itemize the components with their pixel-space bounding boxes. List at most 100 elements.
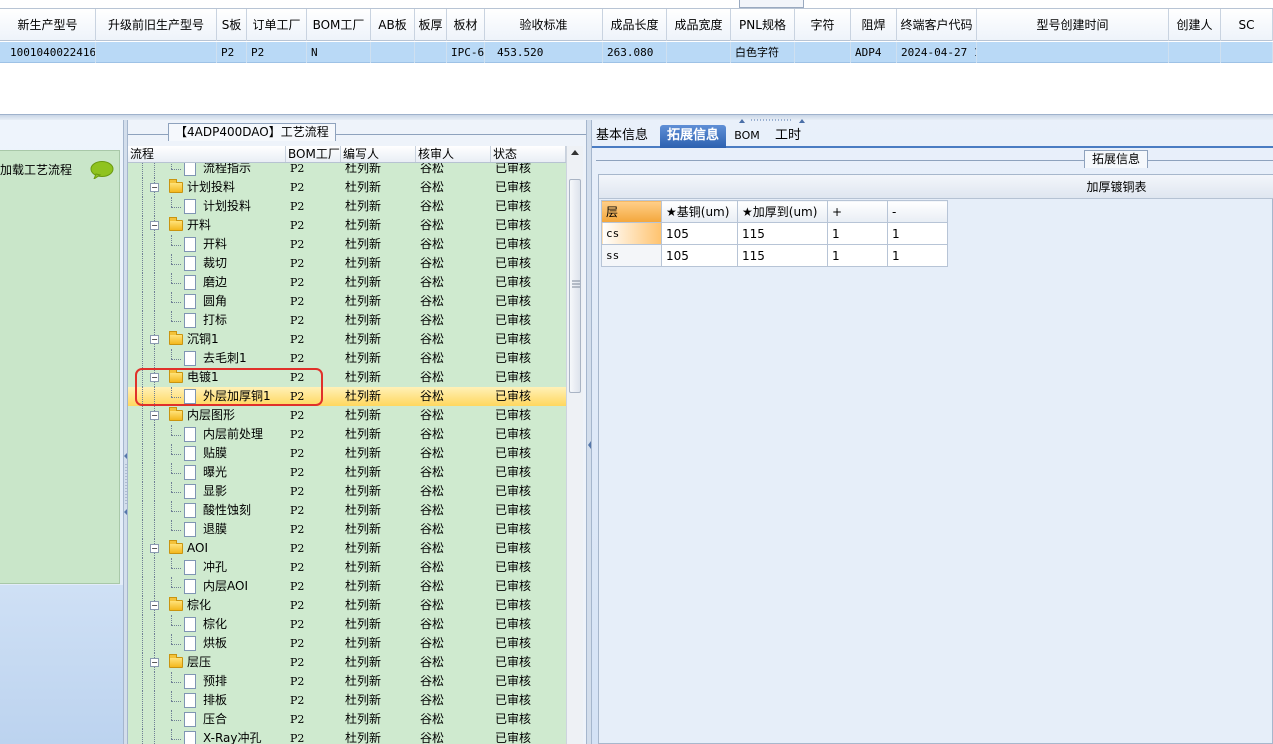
- grid-col-header[interactable]: 板材: [447, 9, 485, 41]
- tree-node-label[interactable]: 酸性蚀刻: [203, 501, 251, 520]
- model-grid-row-selected[interactable]: 10010400224165P2P2NIPC-6012 II级453.52026…: [0, 42, 1273, 63]
- tree-row[interactable]: 流程指示 P2 杜列新 谷松 已审核: [128, 163, 566, 178]
- tree-row-selected[interactable]: 外层加厚铜1 P2 杜列新 谷松 已审核: [128, 387, 566, 406]
- tree-row[interactable]: 烘板 P2 杜列新 谷松 已审核: [128, 634, 566, 653]
- grid-cell[interactable]: [371, 42, 415, 63]
- tree-row[interactable]: − 沉铜1 P2 杜列新 谷松 已审核: [128, 330, 566, 349]
- value-cell[interactable]: 1: [827, 222, 888, 245]
- tree-node-label[interactable]: 曝光: [203, 463, 227, 482]
- grid-col-header[interactable]: BOM工厂: [307, 9, 371, 41]
- grid-col-header[interactable]: 字符: [795, 9, 851, 41]
- tree-node-label[interactable]: 显影: [203, 482, 227, 501]
- value-cell[interactable]: 115: [737, 222, 828, 245]
- tree-node-label[interactable]: AOI: [187, 539, 208, 558]
- load-process-label[interactable]: 加载工艺流程: [0, 161, 72, 178]
- grid-col-header[interactable]: 成品长度: [603, 9, 667, 41]
- tree-row[interactable]: − 计划投料 P2 杜列新 谷松 已审核: [128, 178, 566, 197]
- grid-col-header[interactable]: 终端客户代码: [897, 9, 977, 41]
- scroll-up-icon[interactable]: [570, 148, 580, 156]
- tree-row[interactable]: 去毛刺1 P2 杜列新 谷松 已审核: [128, 349, 566, 368]
- tree-node-label[interactable]: 计划投料: [187, 178, 235, 197]
- collapse-toggle-icon[interactable]: −: [150, 221, 159, 230]
- tree-node-label[interactable]: 压合: [203, 710, 227, 729]
- tree-row[interactable]: − 电镀1 P2 杜列新 谷松 已审核: [128, 368, 566, 387]
- grid-col-header[interactable]: 升级前旧生产型号: [96, 9, 217, 41]
- tree-node-label[interactable]: 打标: [203, 311, 227, 330]
- th-plus[interactable]: +: [827, 200, 888, 223]
- collapse-toggle-icon[interactable]: −: [150, 544, 159, 553]
- tree-row[interactable]: 棕化 P2 杜列新 谷松 已审核: [128, 615, 566, 634]
- col-header-process[interactable]: 流程: [128, 146, 286, 162]
- tree-node-label[interactable]: 排板: [203, 691, 227, 710]
- tree-node-label[interactable]: 内层AOI: [203, 577, 248, 596]
- tree-node-label[interactable]: 预排: [203, 672, 227, 691]
- grid-cell[interactable]: 263.080: [603, 42, 667, 63]
- tree-row[interactable]: 曝光 P2 杜列新 谷松 已审核: [128, 463, 566, 482]
- tree-row[interactable]: 显影 P2 杜列新 谷松 已审核: [128, 482, 566, 501]
- tree-node-label[interactable]: 内层前处理: [203, 425, 263, 444]
- tree-row[interactable]: 冲孔 P2 杜列新 谷松 已审核: [128, 558, 566, 577]
- collapse-toggle-icon[interactable]: −: [150, 411, 159, 420]
- grid-col-header[interactable]: 阻焊: [851, 9, 897, 41]
- th-layer[interactable]: 层: [601, 200, 662, 223]
- tree-node-label[interactable]: 退膜: [203, 520, 227, 539]
- tree-node-label[interactable]: 计划投料: [203, 197, 251, 216]
- tree-node-label[interactable]: 流程指示: [203, 163, 251, 178]
- col-header-bom-factory[interactable]: BOM工厂: [286, 146, 341, 162]
- tab-bom[interactable]: BOM: [732, 125, 762, 148]
- tree-node-label[interactable]: 开料: [203, 235, 227, 254]
- thick-copper-row[interactable]: cs 105 115 1 1: [601, 222, 948, 245]
- tree-node-label[interactable]: 去毛刺1: [203, 349, 247, 368]
- grid-cell[interactable]: 2024-04-27 17:46:58: [897, 42, 977, 63]
- value-cell[interactable]: 1: [887, 244, 948, 267]
- value-cell[interactable]: 105: [661, 222, 738, 245]
- grid-cell[interactable]: ADP4: [851, 42, 897, 63]
- value-cell[interactable]: 1: [827, 244, 888, 267]
- tree-row[interactable]: 退膜 P2 杜列新 谷松 已审核: [128, 520, 566, 539]
- tree-node-label[interactable]: 沉铜1: [187, 330, 219, 349]
- value-cell[interactable]: 1: [887, 222, 948, 245]
- grid-cell[interactable]: 白色字符: [731, 42, 795, 63]
- tree-row[interactable]: 打标 P2 杜列新 谷松 已审核: [128, 311, 566, 330]
- col-header-checker[interactable]: 核审人: [416, 146, 491, 162]
- scrollbar-thumb[interactable]: [569, 179, 581, 393]
- th-minus[interactable]: -: [887, 200, 948, 223]
- tree-node-label[interactable]: 电镀1: [187, 368, 219, 387]
- grid-cell[interactable]: [795, 42, 851, 63]
- tree-row[interactable]: − 开料 P2 杜列新 谷松 已审核: [128, 216, 566, 235]
- tab-work-hours[interactable]: 工时: [770, 125, 806, 148]
- tree-row[interactable]: 内层前处理 P2 杜列新 谷松 已审核: [128, 425, 566, 444]
- grid-cell[interactable]: [96, 42, 217, 63]
- tree-node-label[interactable]: 圆角: [203, 292, 227, 311]
- collapse-toggle-icon[interactable]: −: [150, 335, 159, 344]
- th-thicken-to[interactable]: ★加厚到(um): [737, 200, 828, 223]
- grid-cell[interactable]: IPC-6012 II级: [447, 42, 485, 63]
- collapse-toggle-icon[interactable]: −: [150, 373, 159, 382]
- tree-row[interactable]: 计划投料 P2 杜列新 谷松 已审核: [128, 197, 566, 216]
- grid-cell[interactable]: P2: [247, 42, 307, 63]
- grid-col-header[interactable]: 板厚: [415, 9, 447, 41]
- tree-node-label[interactable]: 冲孔: [203, 558, 227, 577]
- grid-col-header[interactable]: 创建人: [1169, 9, 1221, 41]
- grid-cell[interactable]: 453.520: [485, 42, 603, 63]
- grid-col-header[interactable]: 新生产型号: [0, 9, 96, 41]
- grid-col-header[interactable]: 成品宽度: [667, 9, 731, 41]
- tree-node-label[interactable]: 磨边: [203, 273, 227, 292]
- tree-node-label[interactable]: 贴膜: [203, 444, 227, 463]
- th-base-copper[interactable]: ★基铜(um): [661, 200, 738, 223]
- grid-col-header[interactable]: 订单工厂: [247, 9, 307, 41]
- thick-copper-row[interactable]: ss 105 115 1 1: [601, 244, 948, 267]
- tree-row[interactable]: − 内层图形 P2 杜列新 谷松 已审核: [128, 406, 566, 425]
- grid-col-header[interactable]: SC: [1221, 9, 1273, 41]
- tree-row[interactable]: 贴膜 P2 杜列新 谷松 已审核: [128, 444, 566, 463]
- grid-col-header[interactable]: 型号创建时间: [977, 9, 1169, 41]
- tree-row[interactable]: 圆角 P2 杜列新 谷松 已审核: [128, 292, 566, 311]
- grid-cell[interactable]: P2: [217, 42, 247, 63]
- grid-cell[interactable]: [667, 42, 731, 63]
- process-tree-scrollbar[interactable]: [566, 146, 583, 744]
- grid-col-header[interactable]: 验收标准: [485, 9, 603, 41]
- tree-row[interactable]: 酸性蚀刻 P2 杜列新 谷松 已审核: [128, 501, 566, 520]
- layer-cell[interactable]: ss: [601, 244, 662, 267]
- tree-node-label[interactable]: 烘板: [203, 634, 227, 653]
- tree-node-label[interactable]: 层压: [187, 653, 211, 672]
